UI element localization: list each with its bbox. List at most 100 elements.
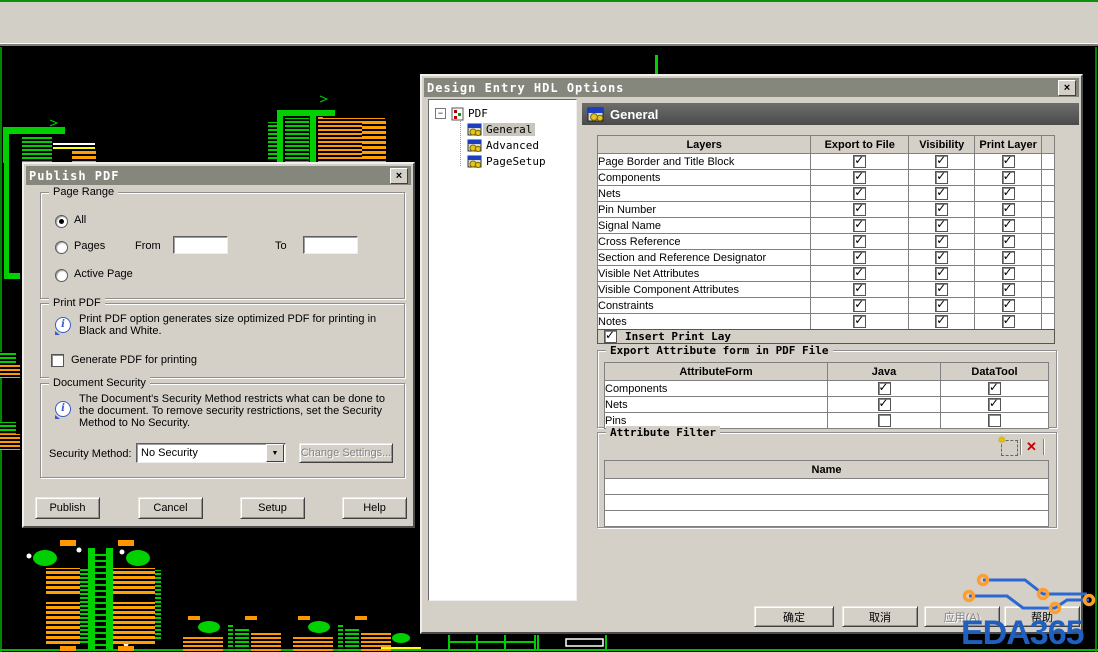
checkbox[interactable] bbox=[935, 267, 948, 280]
content-header: General bbox=[582, 103, 1079, 125]
checkbox[interactable] bbox=[853, 219, 866, 232]
empty-filter-row[interactable] bbox=[605, 479, 1049, 495]
checkbox[interactable] bbox=[935, 171, 948, 184]
checkbox[interactable] bbox=[853, 283, 866, 296]
table-row[interactable]: Section and Reference Designator bbox=[598, 250, 1055, 266]
publish-button[interactable]: Publish bbox=[35, 497, 100, 519]
checkbox[interactable] bbox=[853, 315, 866, 328]
checkbox[interactable] bbox=[935, 251, 948, 264]
layer-name: Constraints bbox=[598, 298, 811, 314]
tree-collapse-icon[interactable]: − bbox=[435, 108, 446, 119]
page-range-all-radio[interactable] bbox=[55, 215, 68, 228]
generate-pdf-checkbox[interactable] bbox=[51, 354, 64, 367]
tree-item-pagesetup[interactable]: PageSetup bbox=[467, 154, 549, 169]
table-row[interactable]: Constraints bbox=[598, 298, 1055, 314]
checkbox[interactable] bbox=[853, 251, 866, 264]
checkbox[interactable] bbox=[935, 203, 948, 216]
checkbox[interactable] bbox=[1002, 235, 1015, 248]
checkbox[interactable] bbox=[853, 171, 866, 184]
table-row[interactable]: Page Border and Title Block bbox=[598, 154, 1055, 170]
help-button[interactable]: Help bbox=[342, 497, 407, 519]
checkbox[interactable] bbox=[1002, 187, 1015, 200]
page-range-pages-radio[interactable] bbox=[55, 241, 68, 254]
table-row[interactable]: Notes bbox=[598, 314, 1055, 330]
layer-name: Signal Name bbox=[598, 218, 811, 234]
cancel-button[interactable]: Cancel bbox=[138, 497, 203, 519]
from-input[interactable] bbox=[173, 236, 228, 254]
spacer-cell bbox=[1041, 186, 1054, 202]
checkbox[interactable] bbox=[878, 382, 891, 395]
checkbox[interactable] bbox=[935, 315, 948, 328]
column-header: Visibility bbox=[909, 136, 975, 154]
checkbox[interactable] bbox=[853, 267, 866, 280]
spacer-cell bbox=[1041, 298, 1054, 314]
publish-close-button[interactable]: × bbox=[390, 168, 408, 184]
layer-name: Nets bbox=[598, 186, 811, 202]
checkbox[interactable] bbox=[1002, 155, 1015, 168]
checkbox[interactable] bbox=[878, 398, 891, 411]
publish-pdf-titlebar[interactable]: Publish PDF × bbox=[26, 166, 411, 185]
delete-filter-button[interactable]: ✕ bbox=[1024, 440, 1039, 454]
new-filter-button[interactable] bbox=[1001, 440, 1018, 456]
chevron-down-icon[interactable]: ▼ bbox=[266, 444, 284, 462]
checkbox[interactable] bbox=[988, 382, 1001, 395]
checkbox[interactable] bbox=[1002, 171, 1015, 184]
checkbox[interactable] bbox=[853, 155, 866, 168]
table-row[interactable]: Nets bbox=[605, 397, 1049, 413]
security-method-value: No Security bbox=[137, 447, 265, 459]
table-row[interactable]: Pin Number bbox=[598, 202, 1055, 218]
empty-filter-row[interactable] bbox=[605, 511, 1049, 527]
checkbox[interactable] bbox=[1002, 267, 1015, 280]
table-row[interactable]: Cross Reference bbox=[598, 234, 1055, 250]
table-row[interactable]: Visible Net Attributes bbox=[598, 266, 1055, 282]
security-method-dropdown[interactable]: No Security ▼ bbox=[136, 443, 286, 463]
checkbox[interactable] bbox=[1002, 251, 1015, 264]
ok-button[interactable]: 确定 bbox=[754, 606, 834, 627]
to-input[interactable] bbox=[303, 236, 358, 254]
checkbox[interactable] bbox=[935, 299, 948, 312]
column-header: Layers bbox=[598, 136, 811, 154]
checkbox[interactable] bbox=[1002, 283, 1015, 296]
tree-item-general-label: General bbox=[483, 123, 535, 136]
checkbox[interactable] bbox=[1002, 219, 1015, 232]
checkbox[interactable] bbox=[988, 398, 1001, 411]
checkbox[interactable] bbox=[988, 414, 1001, 427]
to-label: To bbox=[275, 240, 287, 252]
page-range-active-radio[interactable] bbox=[55, 269, 68, 282]
checkbox[interactable] bbox=[935, 283, 948, 296]
empty-filter-row[interactable] bbox=[605, 495, 1049, 511]
checkbox-cell bbox=[811, 170, 909, 186]
options-titlebar[interactable]: Design Entry HDL Options × bbox=[424, 78, 1079, 97]
table-row[interactable]: Components bbox=[605, 381, 1049, 397]
checkbox[interactable] bbox=[935, 187, 948, 200]
attribute-filter-table: Name bbox=[604, 460, 1049, 527]
checkbox[interactable] bbox=[935, 235, 948, 248]
checkbox[interactable] bbox=[1002, 299, 1015, 312]
checkbox[interactable] bbox=[853, 187, 866, 200]
checkbox[interactable] bbox=[935, 219, 948, 232]
checkbox[interactable] bbox=[853, 235, 866, 248]
spacer-cell bbox=[1041, 154, 1054, 170]
table-row[interactable]: Signal Name bbox=[598, 218, 1055, 234]
checkbox[interactable] bbox=[1002, 203, 1015, 216]
checkbox[interactable] bbox=[1002, 315, 1015, 328]
checkbox[interactable] bbox=[935, 155, 948, 168]
checkbox-cell bbox=[909, 170, 975, 186]
tree-root-pdf[interactable]: − PDF bbox=[435, 106, 491, 121]
cancel-button[interactable]: 取消 bbox=[842, 606, 918, 627]
setup-button[interactable]: Setup bbox=[240, 497, 305, 519]
options-close-button[interactable]: × bbox=[1058, 80, 1076, 96]
table-row[interactable]: Visible Component Attributes bbox=[598, 282, 1055, 298]
layer-name: Page Border and Title Block bbox=[598, 154, 811, 170]
tree-item-advanced[interactable]: Advanced bbox=[467, 138, 542, 153]
checkbox[interactable] bbox=[853, 203, 866, 216]
change-settings-button[interactable]: Change Settings... bbox=[299, 443, 393, 463]
empty-cell bbox=[605, 511, 1049, 527]
spacer-cell bbox=[1041, 170, 1054, 186]
table-row[interactable]: Components bbox=[598, 170, 1055, 186]
tree-item-general[interactable]: General bbox=[467, 122, 535, 137]
insert-print-checkbox[interactable] bbox=[604, 330, 617, 343]
checkbox[interactable] bbox=[878, 414, 891, 427]
checkbox[interactable] bbox=[853, 299, 866, 312]
table-row[interactable]: Nets bbox=[598, 186, 1055, 202]
